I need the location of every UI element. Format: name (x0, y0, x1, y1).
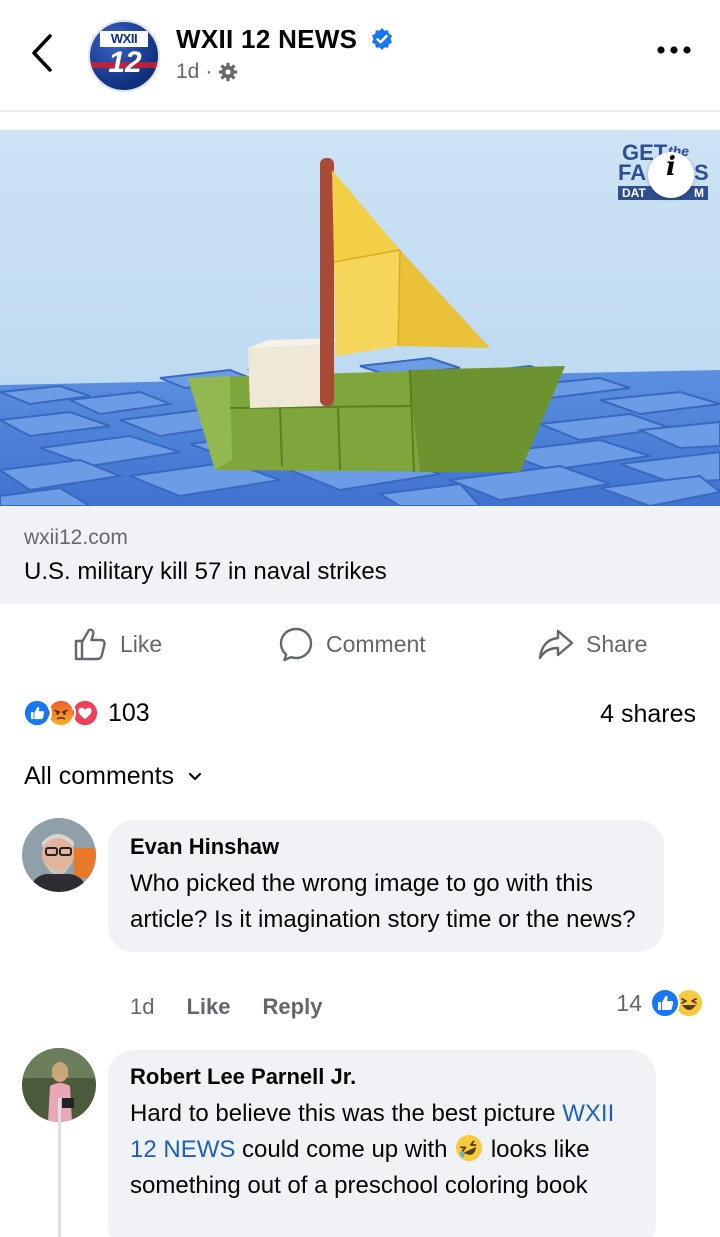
watermark-fa: FA (618, 160, 646, 185)
post-time: 1d (176, 60, 200, 83)
logo-text: WXII (100, 31, 148, 47)
comment-text-part: could come up with (242, 1136, 448, 1163)
post-meta: 1d · (176, 60, 238, 84)
comment-reply-button[interactable]: Reply (263, 994, 323, 1020)
like-label: Like (120, 630, 163, 657)
verified-badge-icon (372, 28, 392, 50)
commenter-name[interactable]: Robert Lee Parnell Jr. (130, 1064, 634, 1090)
reactions-summary[interactable]: 103 (22, 698, 150, 728)
logo-number: 12 (108, 46, 142, 79)
link-title: U.S. military kill 57 in naval strikes (24, 558, 387, 585)
like-reaction-icon (650, 988, 680, 1018)
page-name[interactable]: WXII 12 NEWS (176, 24, 357, 55)
comment-time: 1d (130, 994, 155, 1019)
link-domain: wxii12.com (24, 526, 128, 549)
reply-thread-line (58, 1098, 61, 1237)
like-reaction-icon (22, 698, 52, 728)
comment-bubble[interactable]: Robert Lee Parnell Jr. Hard to believe t… (108, 1050, 656, 1237)
watermark-dat: DAT (622, 186, 646, 200)
commenter-avatar[interactable] (22, 818, 96, 892)
commenter-name[interactable]: Evan Hinshaw (130, 834, 642, 860)
link-preview-footer[interactable]: wxii12.com U.S. military kill 57 in nava… (0, 506, 720, 604)
share-button[interactable]: Share (538, 616, 647, 672)
gear-icon (219, 62, 238, 82)
reaction-count: 103 (108, 698, 150, 727)
watermark-m: M (694, 186, 704, 200)
link-preview-image[interactable]: GET the FA S DAT M (0, 130, 720, 506)
sailboat-illustration: GET the FA S DAT M (0, 130, 720, 506)
like-thumb-icon (74, 628, 106, 661)
chevron-down-icon (188, 772, 202, 780)
share-label: Share (586, 630, 648, 657)
post-actions: Like Comment Share (0, 616, 720, 672)
comment-text: Hard to believe this was the best pictur… (130, 1096, 634, 1204)
watermark-s: S (694, 160, 709, 185)
comment-reaction-count: 14 (616, 989, 642, 1016)
comment-icon (279, 627, 313, 662)
rofl-emoji-icon (456, 1135, 483, 1161)
page-avatar[interactable]: WXII 12 (88, 20, 160, 92)
more-icon[interactable] (656, 42, 692, 58)
back-chevron-icon[interactable] (28, 30, 58, 76)
header-divider (0, 110, 720, 112)
comment-button[interactable]: Comment (278, 616, 426, 672)
comment-like-button[interactable]: Like (186, 994, 230, 1020)
comment-bubble[interactable]: Evan Hinshaw Who picked the wrong image … (108, 820, 664, 952)
comment-meta: 1d Like Reply (130, 994, 322, 1020)
comment-label: Comment (326, 630, 426, 657)
comment-text: Who picked the wrong image to go with th… (130, 870, 636, 933)
post-header: WXII 12 WXII 12 NEWS 1d · (0, 0, 720, 110)
avatar-photo (22, 818, 96, 892)
info-button[interactable]: i (648, 152, 694, 198)
comment-text-part: Hard to believe this was the best pictur… (130, 1100, 556, 1127)
shares-count[interactable]: 4 shares (600, 700, 696, 729)
comments-filter[interactable]: All comments (24, 762, 202, 791)
meta-dot: · (205, 60, 213, 83)
share-icon (538, 629, 574, 660)
comments-filter-label: All comments (24, 762, 175, 790)
like-button[interactable]: Like (72, 616, 162, 672)
comment-reactions[interactable]: 14 (616, 988, 704, 1018)
